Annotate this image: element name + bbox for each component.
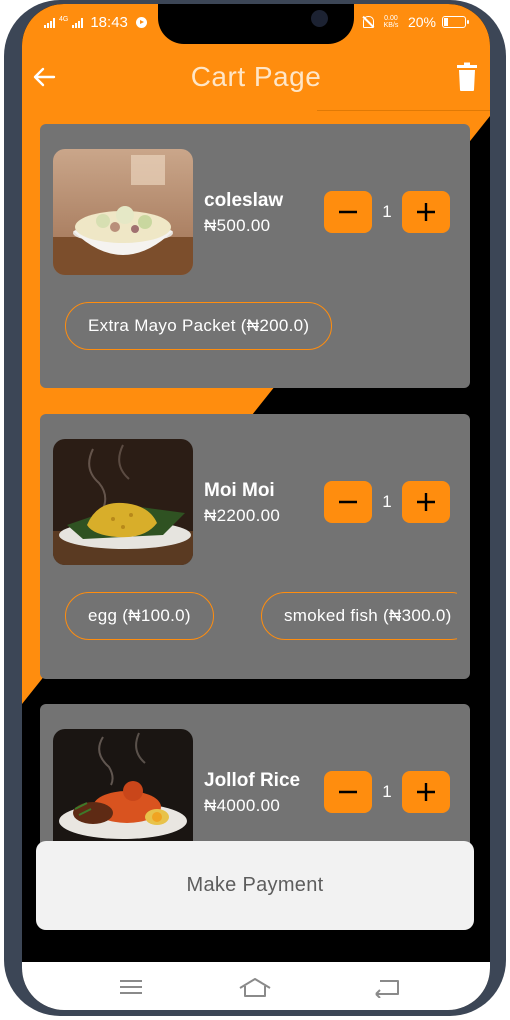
signal-icon — [44, 17, 55, 28]
make-payment-button[interactable]: Make Payment — [36, 841, 474, 930]
network-type: 4G — [59, 16, 69, 23]
plus-icon — [417, 493, 435, 511]
quantity-value: 1 — [382, 782, 392, 801]
nav-home-button[interactable] — [238, 976, 272, 998]
system-nav-bar — [22, 962, 490, 1010]
addon-chip[interactable]: smoked fish (₦300.0) — [261, 592, 457, 640]
phone-screen: 4G 18:43 0.00 KB/s 20% Cart Page colesla… — [22, 4, 490, 1010]
coleslaw-bowl-image — [53, 149, 193, 275]
trash-icon — [457, 62, 477, 91]
media-play-icon — [135, 17, 147, 28]
item-price: ₦2200.00 — [204, 506, 281, 525]
addons-row: Extra Mayo Packet (₦200.0) — [65, 302, 457, 350]
increase-quantity-button[interactable] — [402, 191, 450, 233]
network-speed: 0.00 KB/s — [383, 15, 399, 29]
menu-icon — [120, 980, 142, 994]
item-price: ₦4000.00 — [204, 796, 281, 815]
addon-chip[interactable]: egg (₦100.0) — [65, 592, 214, 640]
camera-notch — [158, 4, 354, 44]
decrease-quantity-button[interactable] — [324, 771, 372, 813]
status-right: 0.00 KB/s 20% — [362, 14, 469, 30]
minus-icon — [339, 210, 357, 214]
cart-item-coleslaw: coleslaw ₦500.00 1 Extra Mayo Packet (₦2… — [40, 124, 470, 388]
plus-icon — [417, 783, 435, 801]
return-icon — [375, 980, 399, 999]
plus-icon — [417, 203, 435, 221]
item-image-moi-moi — [53, 439, 193, 565]
battery-icon — [442, 16, 469, 28]
minus-icon — [339, 500, 357, 504]
camera-icon — [311, 10, 328, 27]
phone-frame: 4G 18:43 0.00 KB/s 20% Cart Page colesla… — [0, 0, 510, 1020]
item-name: coleslaw — [204, 190, 284, 211]
appbar-divider — [317, 110, 490, 111]
quantity-value: 1 — [382, 492, 392, 511]
nav-back-button[interactable] — [370, 976, 404, 999]
home-icon — [239, 978, 271, 997]
moi-moi-plate-image — [53, 439, 193, 565]
signal-icon-2 — [72, 17, 84, 28]
item-name: Jollof Rice — [204, 770, 301, 791]
minus-icon — [339, 790, 357, 794]
addon-chip[interactable]: Extra Mayo Packet (₦200.0) — [65, 302, 333, 350]
increase-quantity-button[interactable] — [402, 771, 450, 813]
clear-cart-button[interactable] — [454, 62, 480, 92]
battery-percent: 20% — [407, 14, 436, 30]
decrease-quantity-button[interactable] — [324, 481, 372, 523]
increase-quantity-button[interactable] — [402, 481, 450, 523]
jollof-rice-plate-image — [53, 729, 193, 855]
status-left: 4G 18:43 — [44, 14, 147, 31]
quantity-value: 1 — [382, 202, 392, 221]
status-time: 18:43 — [90, 14, 128, 31]
app-bar: Cart Page — [22, 44, 490, 112]
item-image-jollof-rice — [53, 729, 193, 855]
page-title: Cart Page — [190, 61, 322, 92]
item-name: Moi Moi — [204, 480, 275, 501]
item-price: ₦500.00 — [204, 216, 271, 235]
bell-off-icon — [362, 16, 374, 28]
addons-row: egg (₦100.0) smoked fish (₦300.0) — [65, 592, 457, 640]
cart-item-moi-moi: Moi Moi ₦2200.00 1 egg (₦100.0) smoked f… — [40, 414, 470, 679]
decrease-quantity-button[interactable] — [324, 191, 372, 233]
item-image-coleslaw — [53, 149, 193, 275]
nav-menu-button[interactable] — [114, 976, 148, 998]
